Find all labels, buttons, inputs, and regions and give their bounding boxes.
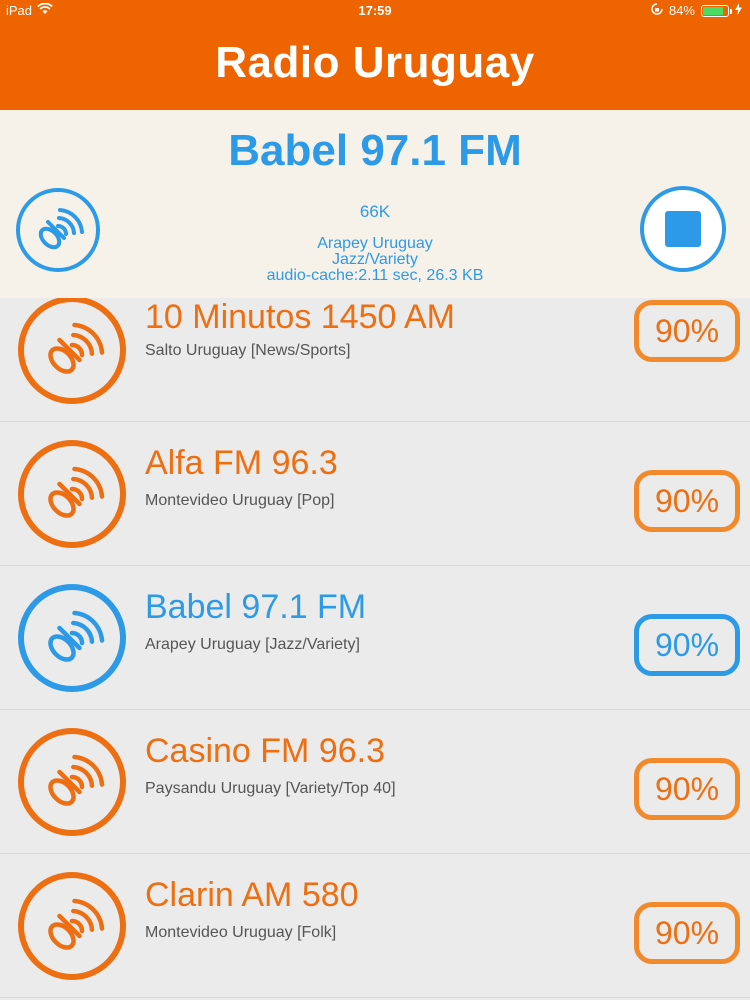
station-row[interactable]: Alfa FM 96.3 Montevideo Uruguay [Pop] 90…	[0, 422, 750, 566]
quality-badge[interactable]: 90%	[634, 300, 740, 362]
station-subtitle: Montevideo Uruguay [Folk]	[145, 924, 337, 941]
now-playing-details: Arapey Uruguay Jazz/Variety audio-cache:…	[175, 236, 575, 284]
station-subtitle: Montevideo Uruguay [Pop]	[145, 492, 335, 509]
station-name: Alfa FM 96.3	[145, 444, 338, 482]
station-subtitle: Arapey Uruguay [Jazz/Variety]	[145, 636, 360, 653]
radio-waves-svg	[48, 466, 105, 518]
radio-broadcast-icon[interactable]	[18, 584, 126, 692]
charging-icon	[735, 3, 742, 18]
radio-waves-svg	[48, 610, 105, 662]
station-row[interactable]: Babel 97.1 FM Arapey Uruguay [Jazz/Varie…	[0, 566, 750, 710]
status-bar: iPad 17:59 84%	[0, 0, 750, 22]
quality-badge[interactable]: 90%	[634, 902, 740, 964]
stop-icon	[665, 211, 701, 247]
audio-cache-status: audio-cache:2.11 sec, 26.3 KB	[266, 267, 484, 284]
radio-broadcast-icon[interactable]	[18, 872, 126, 980]
station-name: Casino FM 96.3	[145, 732, 385, 770]
station-subtitle: Salto Uruguay [News/Sports]	[145, 342, 351, 359]
radio-broadcast-icon[interactable]	[18, 728, 126, 836]
station-name: 10 Minutos 1450 AM	[145, 298, 455, 336]
station-name: Babel 97.1 FM	[145, 588, 367, 626]
station-subtitle: Paysandu Uruguay [Variety/Top 40]	[145, 780, 396, 797]
station-row[interactable]: Casino FM 96.3 Paysandu Uruguay [Variety…	[0, 710, 750, 854]
radio-waves-svg	[48, 898, 105, 950]
radio-waves-svg	[48, 322, 105, 374]
quality-badge[interactable]: 90%	[634, 614, 740, 676]
stop-button[interactable]	[640, 186, 726, 272]
station-list[interactable]: 10 Minutos 1450 AM Salto Uruguay [News/S…	[0, 298, 750, 1000]
station-name: Clarin AM 580	[145, 876, 359, 914]
battery-percent: 84%	[668, 3, 695, 18]
nav-bar: iPad 17:59 84% Radio Uruguay	[0, 0, 750, 110]
now-playing-location: Arapey Uruguay	[317, 235, 433, 252]
quality-badge[interactable]: 90%	[634, 470, 740, 532]
radio-broadcast-icon[interactable]	[18, 440, 126, 548]
now-playing-title: Babel 97.1 FM	[228, 126, 522, 175]
bitrate-label: 66K	[359, 202, 391, 221]
quality-badge[interactable]: 90%	[634, 758, 740, 820]
radio-broadcast-icon[interactable]	[18, 298, 126, 404]
status-time: 17:59	[358, 3, 392, 18]
radio-waves-svg	[38, 208, 84, 250]
orientation-lock-icon	[651, 3, 663, 18]
station-row[interactable]: Clarin AM 580 Montevideo Uruguay [Folk] …	[0, 854, 750, 998]
battery-icon	[701, 4, 732, 17]
station-row[interactable]: 10 Minutos 1450 AM Salto Uruguay [News/S…	[0, 298, 750, 422]
radio-broadcast-icon[interactable]	[16, 188, 100, 272]
radio-waves-svg	[48, 754, 105, 806]
now-playing-panel: Babel 97.1 FM 66K Arapey Uruguay Jazz/Va…	[0, 110, 750, 298]
page-title: Radio Uruguay	[215, 38, 535, 87]
now-playing-genre: Jazz/Variety	[332, 251, 418, 268]
